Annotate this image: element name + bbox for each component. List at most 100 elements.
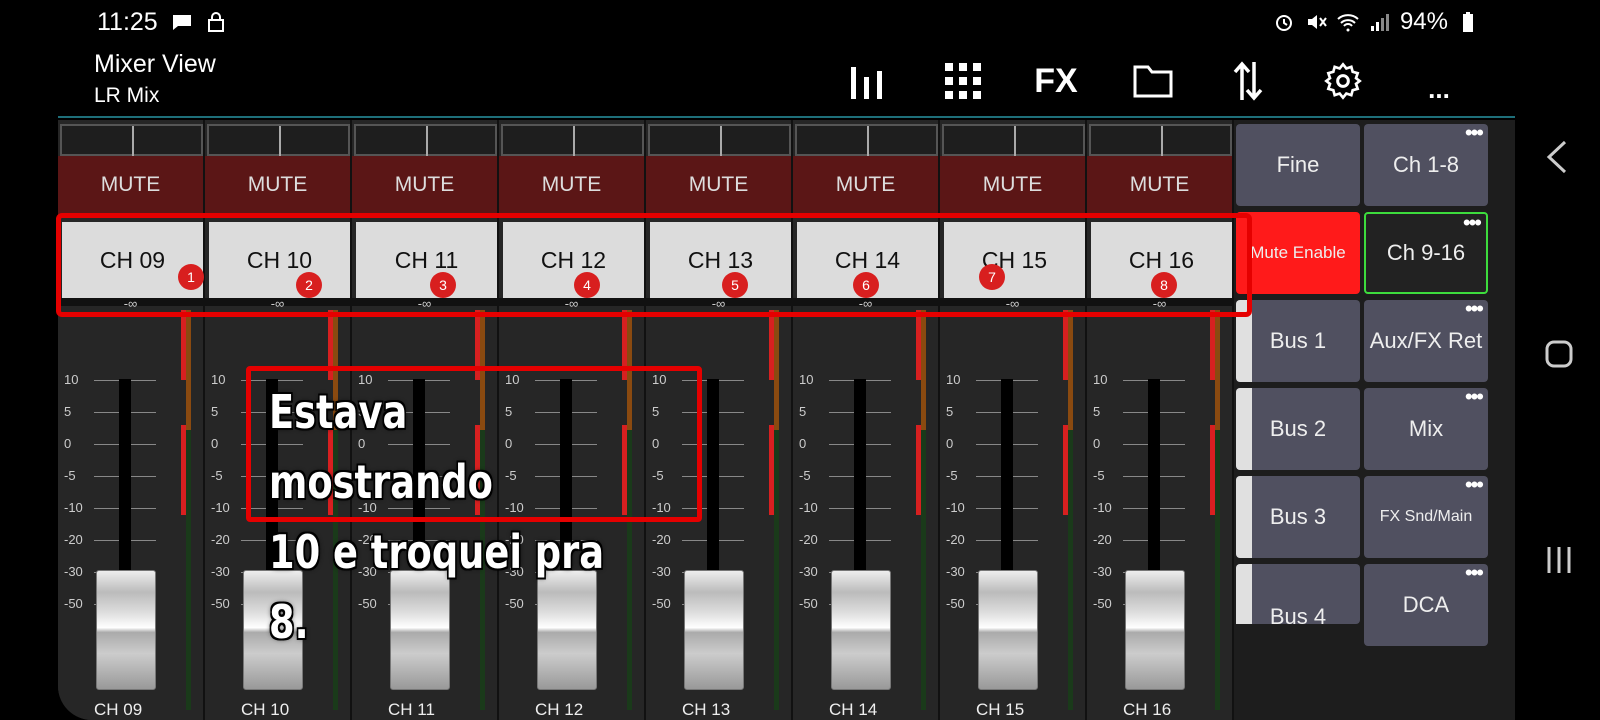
fx-snd-main-button[interactable]: ••• FX Snd/Main [1364, 472, 1488, 558]
more-menu-button[interactable]: ... [1414, 64, 1464, 114]
channel-select-box[interactable] [942, 124, 1085, 156]
scale-label: 10 [64, 372, 79, 387]
grid-icon[interactable] [938, 56, 988, 106]
order-badge: 1 [178, 264, 204, 290]
mute-button[interactable]: MUTE [646, 156, 791, 214]
aux-fx-ret-more-icon[interactable]: ••• [1465, 296, 1484, 322]
channel-select-box[interactable] [207, 124, 350, 156]
bus-2-label: Bus 2 [1269, 416, 1327, 441]
channel-select-box[interactable] [648, 124, 791, 156]
alarm-icon [1275, 15, 1292, 31]
scale-label: 5 [946, 404, 954, 419]
channel-select-box[interactable] [60, 124, 203, 156]
bus-2-button[interactable]: Bus 2 [1236, 388, 1360, 470]
fx-snd-main-label: FX Snd/Main [1379, 508, 1473, 525]
scale-label: 0 [946, 436, 954, 451]
fx-button[interactable]: FX [1031, 56, 1081, 106]
fader-knob[interactable] [831, 570, 891, 690]
mute-button[interactable]: MUTE [793, 156, 938, 214]
scale-label: 0 [64, 436, 72, 451]
mute-button[interactable]: MUTE [499, 156, 644, 214]
channel-strip: MUTE CH 09 -∞ 10 5 0 -5 -10 -20 -30 -50 CH 09 [58, 120, 205, 720]
fader-knob[interactable] [684, 570, 744, 690]
aux-fx-ret-button[interactable]: ••• Aux/FX Ret [1364, 296, 1488, 382]
scale-label: -30 [799, 564, 818, 579]
annotation-box: Estava mostrando 10 e troquei pra 8. [246, 366, 702, 649]
channel-footer-label: CH 09 [94, 700, 143, 719]
scale-label: 5 [211, 404, 219, 419]
level-meter [1210, 310, 1220, 710]
dca-label: DCA [1402, 592, 1450, 617]
page-title: Mixer View [94, 50, 216, 78]
folder-icon[interactable] [1128, 56, 1178, 106]
bus-4-button[interactable]: Bus 4 [1236, 564, 1360, 629]
mix-more-icon[interactable]: ••• [1465, 384, 1484, 410]
order-badge: 7 [979, 264, 1005, 290]
mute-button[interactable]: MUTE [205, 156, 350, 214]
scale-label: -5 [946, 468, 958, 483]
status-time: 11:25 [97, 8, 158, 36]
channel-select-box[interactable] [1089, 124, 1232, 156]
fader-knob[interactable] [978, 570, 1038, 690]
fine-button[interactable]: Fine [1236, 124, 1360, 206]
bus-4-color-tab [1236, 564, 1252, 624]
scale-label: -20 [799, 532, 818, 547]
channel-select-box[interactable] [354, 124, 497, 156]
scale-label: -20 [211, 532, 230, 547]
lock-icon [208, 12, 224, 32]
battery-icon [1463, 12, 1473, 32]
ch-9-16-more-icon[interactable]: ••• [1463, 210, 1482, 236]
fader-knob[interactable] [1125, 570, 1185, 690]
mute-button[interactable]: MUTE [1087, 156, 1232, 214]
wifi-icon [1337, 14, 1359, 32]
ch-9-16-button[interactable]: ••• Ch 9-16 [1364, 210, 1488, 294]
dca-button[interactable]: ••• DCA [1364, 560, 1488, 646]
mix-button[interactable]: ••• Mix [1364, 384, 1488, 470]
channel-select-box[interactable] [501, 124, 644, 156]
channel-footer-label: CH 16 [1123, 700, 1172, 719]
scale-label: -30 [64, 564, 83, 579]
recents-icon[interactable] [1545, 545, 1573, 575]
scale-label: 0 [799, 436, 807, 451]
scale-label: -30 [946, 564, 965, 579]
status-bar: 11:25 94% [0, 0, 1600, 42]
channel-strip: MUTE CH 16 -∞ 10 5 0 -5 -10 -20 -30 -50 CH 16 [1087, 120, 1234, 720]
ch-1-8-label: Ch 1-8 [1392, 152, 1460, 177]
scale-label: -50 [211, 596, 230, 611]
scale-label: 5 [799, 404, 807, 419]
bus-3-button[interactable]: Bus 3 [1236, 476, 1360, 558]
back-icon[interactable] [1545, 140, 1569, 174]
mute-button[interactable]: MUTE [58, 156, 203, 214]
ch-1-8-more-icon[interactable]: ••• [1465, 120, 1484, 146]
dca-more-icon[interactable]: ••• [1465, 560, 1484, 586]
ch-1-8-button[interactable]: ••• Ch 1-8 [1364, 120, 1488, 206]
mute-enable-button[interactable]: Mute Enable [1236, 212, 1360, 294]
scale-label: 0 [211, 436, 219, 451]
mute-button[interactable]: MUTE [352, 156, 497, 214]
navigation-bar [1515, 0, 1600, 720]
channel-strip: MUTE CH 15 -∞ 10 5 0 -5 -10 -20 -30 -50 CH 15 [940, 120, 1087, 720]
channel-footer-label: CH 13 [682, 700, 731, 719]
fx-snd-main-more-icon[interactable]: ••• [1465, 472, 1484, 498]
settings-gear-icon[interactable] [1318, 56, 1368, 106]
order-badge: 6 [853, 272, 879, 298]
channel-strip: MUTE CH 14 -∞ 10 5 0 -5 -10 -20 -30 -50 CH 14 [793, 120, 940, 720]
scale-label: -5 [799, 468, 811, 483]
mute-button[interactable]: MUTE [940, 156, 1085, 214]
fader-knob[interactable] [96, 570, 156, 690]
scale-label: -20 [652, 532, 671, 547]
bus-3-color-tab [1236, 476, 1252, 558]
annotation-line-2: 10 e troquei pra 8. [269, 525, 605, 649]
bus-1-button[interactable]: Bus 1 [1236, 300, 1360, 382]
scale-label: -30 [1093, 564, 1112, 579]
battery-text: 94% [1399, 8, 1448, 35]
home-icon[interactable] [1545, 340, 1573, 368]
scale-label: 10 [1093, 372, 1108, 387]
meters-icon[interactable] [842, 56, 892, 106]
level-meter [769, 310, 779, 710]
mix-label: Mix [1408, 416, 1444, 441]
channel-footer-label: CH 12 [535, 700, 584, 719]
sync-arrows-icon[interactable] [1223, 56, 1273, 106]
scale-label: 10 [946, 372, 961, 387]
channel-select-box[interactable] [795, 124, 938, 156]
